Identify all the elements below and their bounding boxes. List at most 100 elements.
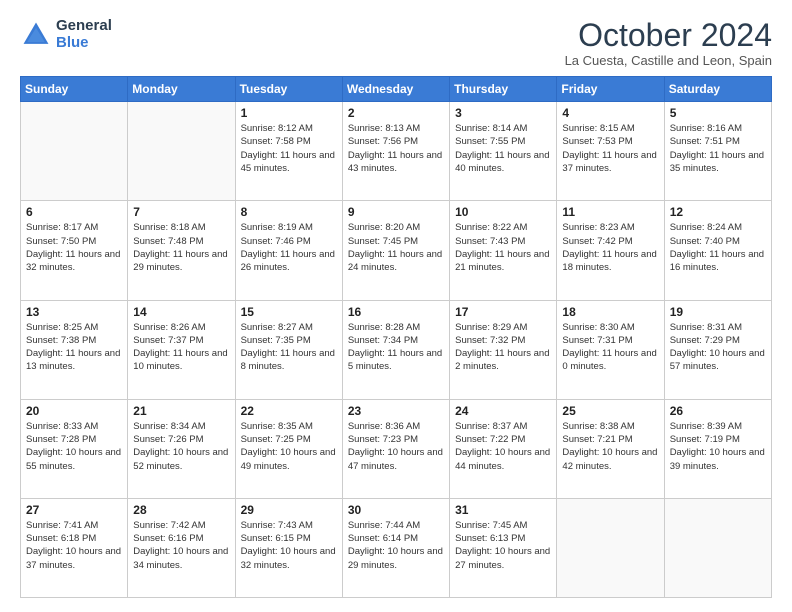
day-info: Sunrise: 7:44 AM Sunset: 6:14 PM Dayligh…	[348, 519, 444, 572]
calendar-cell: 12 Sunrise: 8:24 AM Sunset: 7:40 PM Dayli…	[664, 201, 771, 300]
day-info: Sunrise: 7:43 AM Sunset: 6:15 PM Dayligh…	[241, 519, 337, 572]
day-info: Sunrise: 8:22 AM Sunset: 7:43 PM Dayligh…	[455, 221, 551, 274]
calendar-cell: 27 Sunrise: 7:41 AM Sunset: 6:18 PM Dayli…	[21, 498, 128, 597]
day-number: 7	[133, 205, 229, 219]
calendar-cell: 9 Sunrise: 8:20 AM Sunset: 7:45 PM Daylig…	[342, 201, 449, 300]
day-info: Sunrise: 8:31 AM Sunset: 7:29 PM Dayligh…	[670, 321, 766, 374]
day-number: 12	[670, 205, 766, 219]
title-section: October 2024 La Cuesta, Castille and Leo…	[565, 18, 772, 68]
day-info: Sunrise: 8:20 AM Sunset: 7:45 PM Dayligh…	[348, 221, 444, 274]
day-number: 20	[26, 404, 122, 418]
day-number: 22	[241, 404, 337, 418]
header: General Blue October 2024 La Cuesta, Cas…	[20, 18, 772, 68]
day-info: Sunrise: 8:25 AM Sunset: 7:38 PM Dayligh…	[26, 321, 122, 374]
logo-text-blue: Blue	[56, 35, 112, 52]
day-info: Sunrise: 8:30 AM Sunset: 7:31 PM Dayligh…	[562, 321, 658, 374]
day-number: 9	[348, 205, 444, 219]
day-number: 16	[348, 305, 444, 319]
calendar-cell	[21, 102, 128, 201]
calendar-cell: 18 Sunrise: 8:30 AM Sunset: 7:31 PM Dayli…	[557, 300, 664, 399]
page: General Blue October 2024 La Cuesta, Cas…	[0, 0, 792, 612]
day-number: 21	[133, 404, 229, 418]
calendar-cell: 7 Sunrise: 8:18 AM Sunset: 7:48 PM Daylig…	[128, 201, 235, 300]
day-info: Sunrise: 8:36 AM Sunset: 7:23 PM Dayligh…	[348, 420, 444, 473]
location: La Cuesta, Castille and Leon, Spain	[565, 53, 772, 68]
day-info: Sunrise: 8:27 AM Sunset: 7:35 PM Dayligh…	[241, 321, 337, 374]
calendar-cell: 16Sunrise: 8:28 AM Sunset: 7:34 PM Dayli…	[342, 300, 449, 399]
logo-icon	[20, 19, 52, 51]
calendar-cell: 26Sunrise: 8:39 AM Sunset: 7:19 PM Dayli…	[664, 399, 771, 498]
calendar-cell: 6 Sunrise: 8:17 AM Sunset: 7:50 PM Daylig…	[21, 201, 128, 300]
calendar-header-row: SundayMondayTuesdayWednesdayThursdayFrid…	[21, 77, 772, 102]
day-info: Sunrise: 8:34 AM Sunset: 7:26 PM Dayligh…	[133, 420, 229, 473]
day-number: 3	[455, 106, 551, 120]
calendar-cell: 31Sunrise: 7:45 AM Sunset: 6:13 PM Dayli…	[450, 498, 557, 597]
calendar-cell: 3 Sunrise: 8:14 AM Sunset: 7:55 PM Daylig…	[450, 102, 557, 201]
calendar-cell: 25Sunrise: 8:38 AM Sunset: 7:21 PM Dayli…	[557, 399, 664, 498]
day-info: Sunrise: 8:29 AM Sunset: 7:32 PM Dayligh…	[455, 321, 551, 374]
day-info: Sunrise: 7:41 AM Sunset: 6:18 PM Dayligh…	[26, 519, 122, 572]
calendar-header-wednesday: Wednesday	[342, 77, 449, 102]
day-number: 8	[241, 205, 337, 219]
calendar-cell	[128, 102, 235, 201]
calendar-table: SundayMondayTuesdayWednesdayThursdayFrid…	[20, 76, 772, 598]
calendar-week-row: 20Sunrise: 8:33 AM Sunset: 7:28 PM Dayli…	[21, 399, 772, 498]
calendar-cell: 5 Sunrise: 8:16 AM Sunset: 7:51 PM Daylig…	[664, 102, 771, 201]
day-number: 11	[562, 205, 658, 219]
day-number: 30	[348, 503, 444, 517]
calendar-cell	[664, 498, 771, 597]
calendar-header-sunday: Sunday	[21, 77, 128, 102]
calendar-cell: 4 Sunrise: 8:15 AM Sunset: 7:53 PM Daylig…	[557, 102, 664, 201]
calendar-cell: 22 Sunrise: 8:35 AM Sunset: 7:25 PM Dayli…	[235, 399, 342, 498]
calendar-cell: 10 Sunrise: 8:22 AM Sunset: 7:43 PM Dayli…	[450, 201, 557, 300]
calendar-header-monday: Monday	[128, 77, 235, 102]
day-info: Sunrise: 8:14 AM Sunset: 7:55 PM Dayligh…	[455, 122, 551, 175]
day-number: 28	[133, 503, 229, 517]
day-info: Sunrise: 8:23 AM Sunset: 7:42 PM Dayligh…	[562, 221, 658, 274]
day-info: Sunrise: 8:39 AM Sunset: 7:19 PM Dayligh…	[670, 420, 766, 473]
calendar-week-row: 13 Sunrise: 8:25 AM Sunset: 7:38 PM Dayli…	[21, 300, 772, 399]
day-info: Sunrise: 8:19 AM Sunset: 7:46 PM Dayligh…	[241, 221, 337, 274]
day-number: 4	[562, 106, 658, 120]
calendar-cell: 19 Sunrise: 8:31 AM Sunset: 7:29 PM Dayli…	[664, 300, 771, 399]
calendar-cell: 29 Sunrise: 7:43 AM Sunset: 6:15 PM Dayli…	[235, 498, 342, 597]
calendar-cell: 14 Sunrise: 8:26 AM Sunset: 7:37 PM Dayli…	[128, 300, 235, 399]
day-number: 19	[670, 305, 766, 319]
day-info: Sunrise: 8:16 AM Sunset: 7:51 PM Dayligh…	[670, 122, 766, 175]
calendar-week-row: 1Sunrise: 8:12 AM Sunset: 7:58 PM Daylig…	[21, 102, 772, 201]
day-info: Sunrise: 8:37 AM Sunset: 7:22 PM Dayligh…	[455, 420, 551, 473]
day-info: Sunrise: 8:38 AM Sunset: 7:21 PM Dayligh…	[562, 420, 658, 473]
logo-text-general: General	[56, 18, 112, 35]
calendar-cell: 23Sunrise: 8:36 AM Sunset: 7:23 PM Dayli…	[342, 399, 449, 498]
calendar-header-friday: Friday	[557, 77, 664, 102]
calendar-cell: 28Sunrise: 7:42 AM Sunset: 6:16 PM Dayli…	[128, 498, 235, 597]
calendar-cell: 30 Sunrise: 7:44 AM Sunset: 6:14 PM Dayli…	[342, 498, 449, 597]
calendar-cell: 11 Sunrise: 8:23 AM Sunset: 7:42 PM Dayli…	[557, 201, 664, 300]
calendar-cell: 21 Sunrise: 8:34 AM Sunset: 7:26 PM Dayli…	[128, 399, 235, 498]
day-info: Sunrise: 8:15 AM Sunset: 7:53 PM Dayligh…	[562, 122, 658, 175]
day-number: 31	[455, 503, 551, 517]
day-info: Sunrise: 8:17 AM Sunset: 7:50 PM Dayligh…	[26, 221, 122, 274]
day-info: Sunrise: 8:35 AM Sunset: 7:25 PM Dayligh…	[241, 420, 337, 473]
logo: General Blue	[20, 18, 112, 51]
day-number: 13	[26, 305, 122, 319]
day-number: 10	[455, 205, 551, 219]
day-number: 14	[133, 305, 229, 319]
calendar-cell: 24Sunrise: 8:37 AM Sunset: 7:22 PM Dayli…	[450, 399, 557, 498]
calendar-cell: 17Sunrise: 8:29 AM Sunset: 7:32 PM Dayli…	[450, 300, 557, 399]
day-number: 18	[562, 305, 658, 319]
day-number: 27	[26, 503, 122, 517]
day-info: Sunrise: 8:26 AM Sunset: 7:37 PM Dayligh…	[133, 321, 229, 374]
calendar-header-thursday: Thursday	[450, 77, 557, 102]
calendar-cell: 8 Sunrise: 8:19 AM Sunset: 7:46 PM Daylig…	[235, 201, 342, 300]
calendar-cell: 20Sunrise: 8:33 AM Sunset: 7:28 PM Dayli…	[21, 399, 128, 498]
day-info: Sunrise: 8:13 AM Sunset: 7:56 PM Dayligh…	[348, 122, 444, 175]
day-number: 5	[670, 106, 766, 120]
day-info: Sunrise: 8:18 AM Sunset: 7:48 PM Dayligh…	[133, 221, 229, 274]
calendar-cell	[557, 498, 664, 597]
calendar-week-row: 6 Sunrise: 8:17 AM Sunset: 7:50 PM Daylig…	[21, 201, 772, 300]
day-info: Sunrise: 8:24 AM Sunset: 7:40 PM Dayligh…	[670, 221, 766, 274]
day-number: 29	[241, 503, 337, 517]
calendar-week-row: 27 Sunrise: 7:41 AM Sunset: 6:18 PM Dayli…	[21, 498, 772, 597]
day-number: 6	[26, 205, 122, 219]
